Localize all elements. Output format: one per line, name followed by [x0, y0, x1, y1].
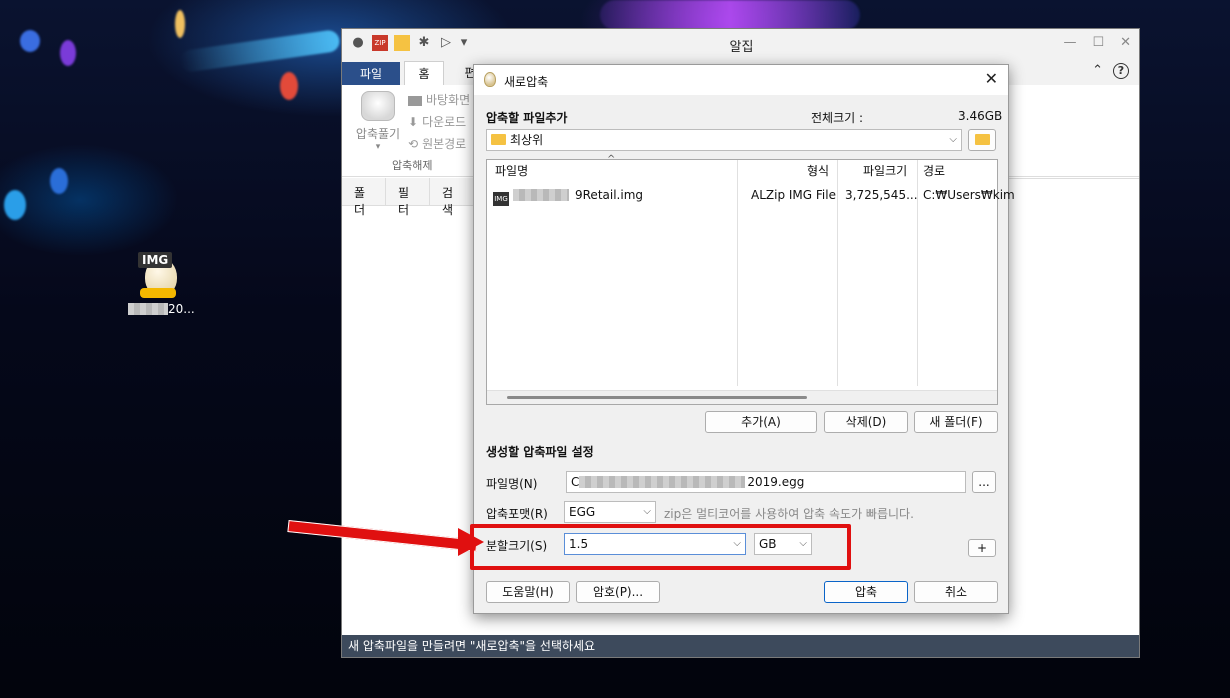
location-combo[interactable]: 최상위 ⌵ [486, 129, 962, 151]
compress-button[interactable]: 압축 [824, 581, 908, 603]
new-folder-button[interactable]: 새 폴더(F) [914, 411, 998, 433]
archive-settings-section-title: 생성할 압축파일 설정 [486, 445, 594, 459]
format-hint: zip은 멀티코어를 사용하여 압축 속도가 빠릅니다. [664, 507, 914, 521]
folder-icon [491, 134, 506, 145]
dialog-title: 새로압축 [504, 75, 549, 89]
dialog-titlebar: 새로압축 ✕ [474, 65, 1008, 95]
ribbon-help-area: ⌃ ? [1092, 63, 1129, 79]
desktop-icon-label: 20... [128, 302, 195, 316]
archive-filename-input[interactable]: C 2019.egg [566, 471, 966, 493]
close-icon[interactable]: ✕ [1120, 35, 1131, 50]
column-divider [837, 160, 838, 386]
row-file-name: IMG 9Retail.img [493, 188, 643, 206]
format-label: 압축포맷(R) [486, 507, 548, 521]
wallpaper-light-streak [179, 28, 341, 74]
expand-options-button[interactable]: + [968, 539, 996, 557]
close-icon[interactable]: ✕ [985, 69, 998, 88]
column-header-size[interactable]: 파일크기 [863, 160, 907, 182]
add-files-section-title: 압축할 파일추가 [486, 111, 568, 125]
blurred-text [579, 476, 746, 488]
wallpaper-light-dot [50, 168, 68, 194]
label: 원본경로 [422, 137, 467, 151]
tab-home[interactable]: 홈 [404, 61, 444, 85]
wallpaper-light-dot [175, 10, 185, 38]
side-tabs: 폴더 필터 검색 [342, 178, 474, 217]
ribbon-group-label: 압축해제 [392, 159, 433, 172]
img-badge: IMG [138, 252, 173, 268]
main-window-title: 알집 [729, 40, 754, 55]
status-bar: 새 압축파일을 만들려면 "새로압축"을 선택하세요 [342, 635, 1139, 657]
row-file-path: C:₩Users₩kim [923, 188, 1015, 202]
annotation-highlight-box [470, 524, 851, 570]
chevron-up-icon[interactable]: ⌃ [1092, 63, 1103, 79]
help-icon[interactable]: ? [1113, 63, 1129, 79]
divider [1007, 178, 1139, 179]
extract-icon [361, 91, 395, 121]
total-size-label: 전체크기 : [811, 111, 864, 125]
tab-file[interactable]: 파일 [342, 62, 400, 86]
file-name-text: 9Retail.img [575, 188, 643, 202]
blurred-text [128, 303, 168, 315]
egg-icon [484, 72, 496, 87]
wallpaper-light-dot [20, 30, 40, 52]
maximize-icon[interactable]: ☐ [1092, 35, 1104, 50]
horizontal-scrollbar[interactable] [487, 390, 997, 404]
tab-filter[interactable]: 필터 [386, 178, 430, 217]
password-button[interactable]: 암호(P)... [576, 581, 660, 603]
row-file-size: 3,725,545... [845, 188, 918, 202]
window-controls: — ☐ ✕ [1063, 35, 1131, 50]
extract-desktop-button[interactable]: 바탕화면 [408, 91, 470, 108]
egg-icon-base [140, 288, 176, 298]
extract-original-path-button[interactable]: ⟲ 원본경로 [408, 135, 466, 152]
tab-search[interactable]: 검색 [430, 178, 474, 217]
desktop-icon [408, 95, 422, 106]
filename-label: 파일명(N) [486, 477, 538, 491]
row-file-type: ALZip IMG File [751, 188, 836, 202]
help-button[interactable]: 도움말(H) [486, 581, 570, 603]
sort-caret-icon: ^ [607, 154, 616, 165]
wallpaper-light-dot [280, 72, 298, 100]
download-icon: ⬇ [408, 115, 419, 129]
desktop-icon-label-text: 20... [168, 302, 195, 316]
chevron-down-icon: ⌵ [643, 506, 651, 517]
chevron-down-icon: ⌵ [949, 134, 957, 145]
wallpaper-light-dot [4, 190, 26, 220]
column-header-type[interactable]: 형식 [807, 160, 829, 182]
filename-text-end: 2019.egg [747, 475, 805, 489]
label: 바탕화면 [426, 93, 471, 107]
delete-button[interactable]: 삭제(D) [824, 411, 908, 433]
filename-text-start: C [571, 475, 580, 489]
format-value: EGG [569, 505, 596, 519]
extract-downloads-button[interactable]: ⬇ 다운로드 [408, 113, 466, 130]
wallpaper-light-streak [600, 0, 860, 30]
main-titlebar: ● ZIP ✱ ▷ ▾ 알집 — ☐ ✕ [342, 29, 1139, 59]
location-value: 최상위 [510, 133, 544, 147]
column-divider [737, 160, 738, 386]
total-size-value: 3.46GB [958, 109, 1003, 123]
scrollbar-thumb[interactable] [507, 396, 807, 399]
wallpaper-light-dot [60, 40, 76, 66]
file-list[interactable]: ^ 파일명 형식 파일크기 경로 IMG 9Retail.img ALZip IM… [486, 154, 1015, 405]
minimize-icon[interactable]: — [1063, 35, 1076, 50]
format-select[interactable]: EGG ⌵ [564, 501, 656, 523]
extract-button[interactable]: 압축풀기 ▾ [352, 91, 404, 152]
folder-up-icon [974, 134, 990, 145]
label: 다운로드 [422, 115, 467, 129]
cancel-button[interactable]: 취소 [914, 581, 998, 603]
tab-folder[interactable]: 폴더 [342, 178, 386, 217]
add-button[interactable]: 추가(A) [705, 411, 817, 433]
path-icon: ⟲ [408, 137, 419, 151]
extract-button-label: 압축풀기 [355, 127, 401, 141]
blurred-text [513, 189, 569, 201]
folder-up-button[interactable] [968, 129, 996, 151]
column-header-path[interactable]: 경로 [923, 160, 945, 182]
browse-button[interactable]: ... [972, 471, 996, 493]
chevron-down-icon: ▾ [375, 142, 381, 152]
column-header-name[interactable]: 파일명 [495, 160, 528, 182]
img-file-icon: IMG [493, 192, 509, 206]
